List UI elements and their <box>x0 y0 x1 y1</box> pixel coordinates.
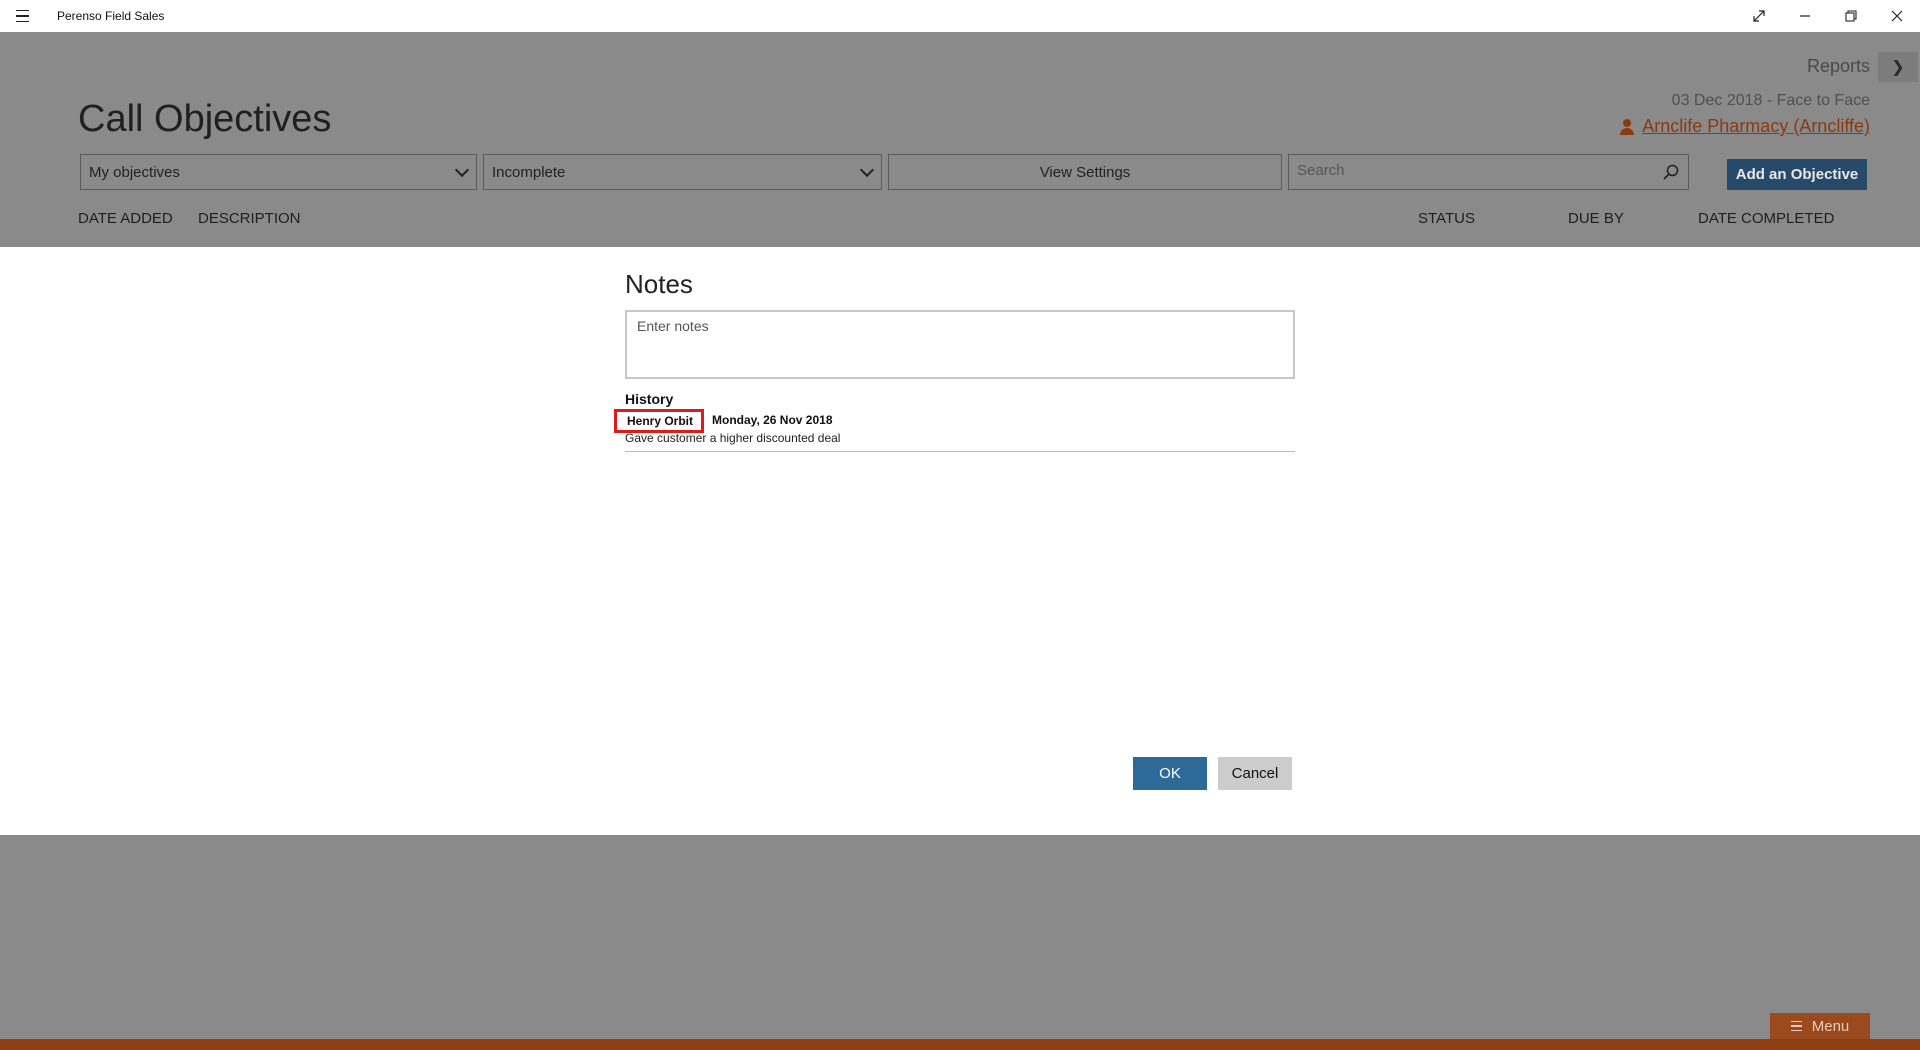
chevron-down-icon <box>859 162 875 178</box>
menu-icon[interactable] <box>12 6 34 26</box>
search-input[interactable]: Search <box>1288 154 1689 190</box>
call-meta: 03 Dec 2018 - Face to Face <box>1671 92 1870 109</box>
history-author[interactable]: Henry Orbit <box>614 409 705 433</box>
column-date-added[interactable]: DATE ADDED <box>78 210 173 227</box>
restore-icon[interactable] <box>1828 0 1874 32</box>
column-due-by[interactable]: DUE BY <box>1568 210 1624 227</box>
chevron-down-icon <box>454 162 470 178</box>
search-icon[interactable] <box>1662 163 1680 181</box>
chevron-right-icon: ❯ <box>1891 59 1905 76</box>
customer-link[interactable]: Arnclife Pharmacy (Arncliffe) <box>1620 116 1870 137</box>
view-settings-button[interactable]: View Settings <box>888 154 1282 190</box>
notes-title: Notes <box>625 269 693 299</box>
person-icon <box>1620 118 1635 135</box>
app-menu-button[interactable]: Menu <box>1770 1013 1870 1039</box>
reports-expand-button[interactable]: ❯ <box>1878 52 1918 82</box>
app-title: Perenso Field Sales <box>57 9 165 23</box>
add-objective-button[interactable]: Add an Objective <box>1727 159 1867 190</box>
fullscreen-icon[interactable] <box>1736 0 1782 32</box>
minimize-icon[interactable] <box>1782 0 1828 32</box>
objective-scope-dropdown[interactable]: My objectives <box>80 154 477 190</box>
close-icon[interactable] <box>1874 0 1920 32</box>
history-divider <box>625 451 1295 452</box>
history-date: Monday, 26 Nov 2018 <box>712 413 833 427</box>
view-settings-label: View Settings <box>1039 163 1131 181</box>
column-description[interactable]: DESCRIPTION <box>198 210 301 227</box>
notes-dialog: Notes History Henry Orbit Monday, 26 Nov… <box>0 247 1920 835</box>
menu-icon <box>1790 1020 1802 1032</box>
column-status[interactable]: STATUS <box>1418 210 1475 227</box>
page-title: Call Objectives <box>78 98 332 140</box>
status-filter-value: Incomplete <box>492 163 566 181</box>
ok-button[interactable]: OK <box>1133 757 1207 790</box>
status-filter-dropdown[interactable]: Incomplete <box>483 154 882 190</box>
bottom-bar <box>0 1039 1920 1050</box>
cancel-button[interactable]: Cancel <box>1218 757 1292 790</box>
reports-label[interactable]: Reports <box>1807 56 1870 77</box>
page-header: Reports ❯ 03 Dec 2018 - Face to Face Arn… <box>0 32 1920 247</box>
history-title: History <box>625 391 674 407</box>
title-bar: Perenso Field Sales <box>0 0 1920 32</box>
app-menu-label: Menu <box>1811 1017 1850 1035</box>
objective-scope-value: My objectives <box>89 163 180 181</box>
search-placeholder: Search <box>1297 161 1345 179</box>
customer-name: Arnclife Pharmacy (Arncliffe) <box>1642 116 1870 136</box>
notes-input[interactable] <box>625 310 1295 379</box>
column-date-completed[interactable]: DATE COMPLETED <box>1698 210 1834 227</box>
history-text: Gave customer a higher discounted deal <box>625 431 841 445</box>
